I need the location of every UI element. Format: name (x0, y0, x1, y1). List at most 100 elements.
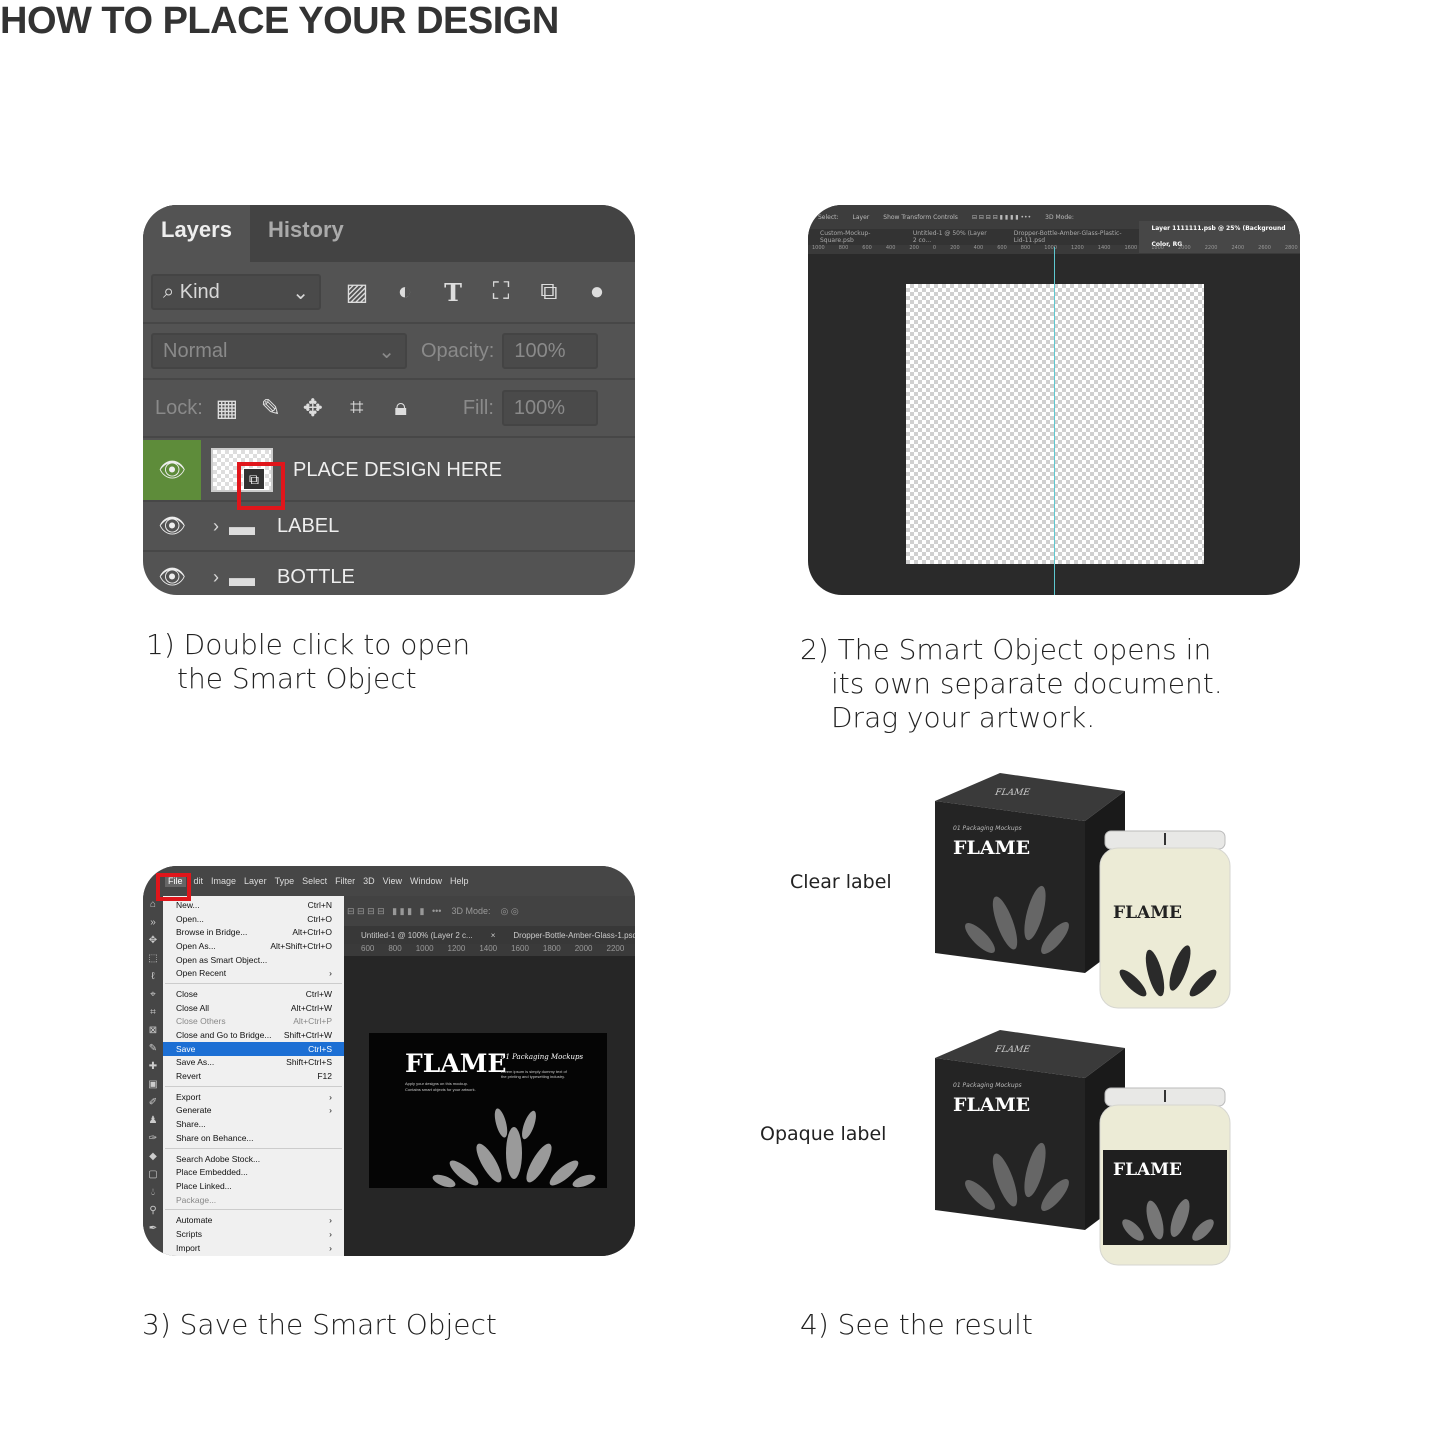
menu-item-save[interactable]: Save Ctrl+S (163, 1041, 344, 1056)
document-tabs: Custom-Mockup-Square.psb Untitled-1 @ 50%… (808, 221, 1300, 253)
filter-kind-select[interactable]: ⌕ Kind ⌄ (151, 274, 321, 310)
align-icons[interactable]: ⊟ ⊟ ⊟ ⊟ ▮ ▮ ▮ ▮ ••• (972, 214, 1031, 221)
menu-image[interactable]: Image (211, 876, 236, 886)
ruler-tick: 400 (885, 245, 896, 251)
step-1-caption: 1) Double click to open the Smart Object (146, 628, 471, 695)
ruler: 60080010001200140016001800200022002400 (343, 944, 635, 956)
menu-item-label: Generate (176, 1105, 212, 1116)
filter-toggle-icon[interactable]: ● (573, 278, 621, 306)
menu-item-shortcut: › (329, 1228, 332, 1239)
menu-dit[interactable]: dit (194, 876, 204, 886)
photoshop-file-menu: File dit Image Layer Type Select Filter 3D View W… (143, 866, 635, 1256)
document-tab[interactable]: Dropper-Bottle-Amber-Glass-Plastic-Lid-1… (1002, 230, 1140, 244)
menu-item-label: Scripts (176, 1228, 202, 1239)
tab-layers[interactable]: Layers (143, 205, 250, 262)
chevron-right-icon[interactable]: › (213, 516, 219, 537)
layer-row[interactable]: 👁︎ › ▬ LABEL (143, 502, 635, 552)
menu-item-label: Share... (176, 1119, 206, 1130)
menu-item-export[interactable]: Export › (163, 1090, 344, 1104)
layer-row[interactable]: 👁︎ › ▬ BOTTLE (143, 552, 635, 595)
document-tab[interactable]: Custom-Mockup-Square.psb (808, 230, 901, 244)
menu-window[interactable]: Window (410, 876, 442, 886)
menu-item-close[interactable]: Close Ctrl+W (163, 987, 344, 1001)
lock-transparency-icon[interactable]: ▦ (203, 394, 251, 423)
eye-icon[interactable]: 👁︎ (143, 502, 201, 550)
ruler-tick: 2400 (1231, 245, 1245, 251)
menu-item-close-others[interactable]: Close Others Alt+Ctrl+P (163, 1015, 344, 1029)
chevron-right-icon[interactable]: › (213, 567, 219, 588)
menu-item-label: Automate (176, 1215, 213, 1226)
result-clear-label: FLAME 01 Packaging Mockups FLAME FLAME (935, 773, 1265, 1023)
menu-item-save-as[interactable]: Save As... Shift+Ctrl+S (163, 1056, 344, 1070)
ruler-tick: 200 (909, 245, 919, 251)
ruler-tick: 1800 (542, 944, 561, 953)
menu-type[interactable]: Type (275, 876, 295, 886)
menu-item-label: Place Linked... (176, 1180, 232, 1191)
menu-item-scripts[interactable]: Scripts › (163, 1227, 344, 1241)
lock-all-icon[interactable]: 🔒︎ (379, 394, 423, 422)
layer-row[interactable]: 👁︎ ⧉ PLACE DESIGN HERE (143, 440, 635, 510)
lock-move-icon[interactable]: ✥ (291, 394, 335, 423)
menu-item-close-all[interactable]: Close All Alt+Ctrl+W (163, 1001, 344, 1015)
layers-panel: Layers History ⌕ Kind ⌄ ▨ ◐ T ⛶ ⧉ ● Norma… (143, 205, 635, 595)
menu-item-place-linked[interactable]: Place Linked... (163, 1179, 344, 1193)
opacity-input[interactable]: 100% (502, 333, 599, 369)
menu-item-share[interactable]: Share... (163, 1117, 344, 1131)
menu-item-close-and-go-to-bridge[interactable]: Close and Go to Bridge... Shift+Ctrl+W (163, 1028, 344, 1042)
image-filter-icon[interactable]: ▨ (333, 278, 381, 307)
fill-input[interactable]: 100% (501, 390, 598, 426)
folder-icon: ▬ (229, 561, 255, 592)
menu-item-open-recent[interactable]: Open Recent › (163, 966, 344, 980)
document-tabs: Untitled-1 @ 100% (Layer 2 c... × Droppe… (343, 926, 635, 944)
menu-item-share-on-behance[interactable]: Share on Behance... (163, 1131, 344, 1145)
menu-item-search-adobe-stock[interactable]: Search Adobe Stock... (163, 1152, 344, 1166)
transparent-canvas[interactable] (906, 284, 1204, 564)
result-opaque-label: FLAME 01 Packaging Mockups FLAME FLAME (935, 1030, 1265, 1280)
lock-artboard-icon[interactable]: ⌗ (335, 394, 379, 422)
toolbar[interactable]: ⌂» ✥ ⬚ ℓ ⌖ ⌗ ⊠ ✎ ✚ ▣ ✐ ♟ ✑ ◆ ▢ 💧︎ ⚲ ✒ (143, 896, 163, 1256)
layer-thumbnail[interactable]: ⧉ (211, 448, 285, 510)
menu-filter[interactable]: Filter (335, 876, 355, 886)
eye-icon[interactable]: 👁︎ (143, 552, 201, 595)
align-icons[interactable]: ⊟ ⊟ ⊟ ⊟ ▮ ▮ ▮ ▮ ••• (347, 906, 441, 917)
chevron-down-icon: ⌄ (292, 281, 309, 304)
close-icon[interactable]: × (491, 931, 496, 940)
menu-item-import[interactable]: Import › (163, 1241, 344, 1255)
adjustment-filter-icon[interactable]: ◐ (381, 278, 429, 306)
type-filter-icon[interactable]: T (429, 278, 477, 307)
eye-icon[interactable]: 👁︎ (143, 440, 201, 500)
menu-help[interactable]: Help (450, 876, 469, 886)
menu-item-open[interactable]: Open... Ctrl+O (163, 912, 344, 926)
menu-item-label: Browse in Bridge... (176, 927, 248, 938)
menu-item-label: Save (176, 1043, 196, 1054)
menu-item-revert[interactable]: Revert F12 (163, 1069, 344, 1083)
blend-mode-select[interactable]: Normal ⌄ (151, 333, 407, 369)
document-tab[interactable]: Untitled-1 @ 50% (Layer 2 co... (901, 230, 1002, 244)
page-title: HOW TO PLACE YOUR DESIGN (0, 0, 559, 42)
menu-layer[interactable]: Layer (244, 876, 267, 886)
menu-item-package[interactable]: Package... (163, 1193, 344, 1207)
tab-history[interactable]: History (250, 205, 362, 262)
menu-3d[interactable]: 3D (363, 876, 375, 886)
menu-item-automate[interactable]: Automate › (163, 1213, 344, 1227)
menu-item-browse-in-bridge[interactable]: Browse in Bridge... Alt+Ctrl+O (163, 925, 344, 939)
ruler-tick: 1000 (1044, 245, 1058, 251)
menu-view[interactable]: View (383, 876, 402, 886)
menu-item-place-embedded[interactable]: Place Embedded... (163, 1165, 344, 1179)
smart-object-filter-icon[interactable]: ⧉ (525, 278, 573, 306)
menu-item-generate[interactable]: Generate › (163, 1104, 344, 1118)
menu-item-label: Package... (176, 1194, 217, 1205)
file-menu-dropdown: New... Ctrl+N Open... Ctrl+O Browse in Bridg… (163, 896, 344, 1256)
ruler-tick: 600 (862, 245, 872, 251)
lock-brush-icon[interactable]: ✎ (251, 394, 291, 423)
orbit-icon[interactable]: ◎ ◎ (500, 906, 518, 917)
highlight-box (156, 873, 191, 901)
menu-item-open-as-smart-object[interactable]: Open as Smart Object... (163, 953, 344, 967)
shape-filter-icon[interactable]: ⛶ (477, 278, 525, 306)
ruler-tick: 1400 (1097, 245, 1111, 251)
menu-item-open-as[interactable]: Open As... Alt+Shift+Ctrl+O (163, 939, 344, 953)
menu-select[interactable]: Select (302, 876, 327, 886)
menu-item-label: Open... (176, 913, 204, 924)
ruler-tick: 2200 (606, 944, 625, 953)
menu-item-label: Revert (176, 1071, 202, 1082)
